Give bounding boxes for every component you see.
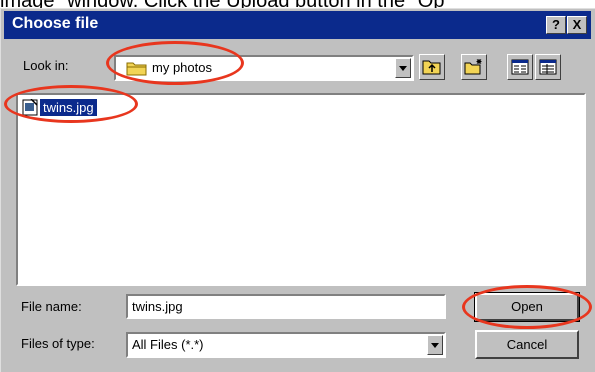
file-name-input[interactable]: twins.jpg — [126, 294, 446, 319]
file-list[interactable]: twins.jpg — [16, 93, 586, 286]
files-of-type-value: All Files (*.*) — [132, 337, 204, 352]
file-name-label: File name: — [21, 299, 82, 314]
details-view-icon — [539, 59, 557, 80]
list-view-button[interactable] — [507, 54, 533, 80]
cancel-button[interactable]: Cancel — [475, 330, 579, 359]
choose-file-dialog: Choose file ? X Look in: my photos twins… — [0, 8, 595, 372]
dropdown-arrow-icon[interactable] — [427, 335, 443, 355]
close-button[interactable]: X — [567, 16, 587, 34]
look-in-label: Look in: — [23, 58, 69, 73]
up-folder-button[interactable] — [419, 54, 445, 80]
look-in-value: my photos — [152, 60, 212, 75]
files-of-type-dropdown[interactable]: All Files (*.*) — [126, 332, 446, 358]
list-view-icon — [511, 59, 529, 80]
new-folder-icon — [464, 58, 484, 81]
look-in-dropdown[interactable]: my photos — [114, 55, 414, 81]
details-view-button[interactable] — [535, 54, 561, 80]
file-name-value: twins.jpg — [132, 299, 183, 314]
dialog-title: Choose file — [12, 15, 99, 32]
up-folder-icon — [422, 58, 442, 81]
folder-icon — [126, 60, 148, 81]
files-of-type-label: Files of type: — [21, 336, 95, 351]
help-button[interactable]: ? — [546, 16, 566, 34]
file-icon — [22, 98, 38, 121]
dropdown-arrow-icon[interactable] — [395, 58, 411, 78]
file-name: twins.jpg — [40, 99, 97, 116]
title-bar[interactable]: Choose file ? X — [4, 11, 591, 39]
new-folder-button[interactable] — [461, 54, 487, 80]
open-button[interactable]: Open — [474, 292, 580, 322]
